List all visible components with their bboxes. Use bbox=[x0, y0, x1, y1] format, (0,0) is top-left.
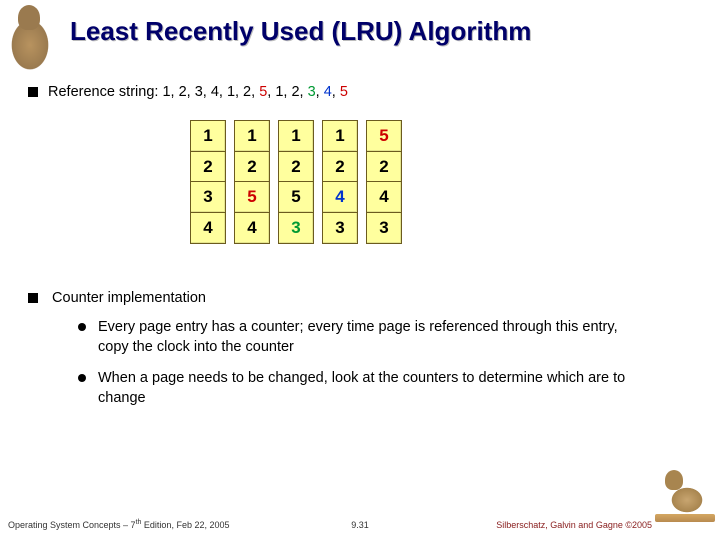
frame-col-4: 5 2 4 3 bbox=[366, 120, 402, 242]
dinosaur-logo-top bbox=[0, 0, 55, 75]
footer-left-b: Edition, Feb 22, 2005 bbox=[141, 520, 229, 530]
cell: 3 bbox=[366, 212, 402, 244]
frame-col-3: 1 2 4 3 bbox=[322, 120, 358, 242]
square-bullet-icon bbox=[28, 87, 38, 97]
cell: 2 bbox=[234, 151, 270, 183]
ref-mid3: , bbox=[332, 84, 340, 100]
cell: 3 bbox=[322, 212, 358, 244]
cell: 4 bbox=[366, 181, 402, 213]
cell: 1 bbox=[278, 120, 314, 152]
frame-col-1: 1 2 5 4 bbox=[234, 120, 270, 242]
sub-bullet-1-text: Every page entry has a counter; every ti… bbox=[98, 318, 638, 357]
footer-left-a: Operating System Concepts – 7 bbox=[8, 520, 136, 530]
ref-label: Reference string: bbox=[48, 84, 162, 100]
cell: 2 bbox=[322, 151, 358, 183]
frame-col-2: 1 2 5 3 bbox=[278, 120, 314, 242]
frame-table: 1 2 3 4 1 2 5 4 1 2 5 3 1 2 4 3 5 2 4 3 bbox=[190, 120, 402, 242]
cell: 5 bbox=[278, 181, 314, 213]
sub-bullet-2: When a page needs to be changed, look at… bbox=[78, 369, 638, 408]
cell: 2 bbox=[366, 151, 402, 183]
ref-red-5b: 5 bbox=[340, 84, 348, 100]
ref-mid2: , bbox=[316, 84, 324, 100]
disc-bullet-icon bbox=[78, 374, 86, 382]
sub-bullet-2-text: When a page needs to be changed, look at… bbox=[98, 369, 638, 408]
cell: 3 bbox=[278, 212, 314, 244]
counter-impl-bullet: Counter implementation bbox=[28, 290, 206, 306]
cell: 3 bbox=[190, 181, 226, 213]
cell: 5 bbox=[366, 120, 402, 152]
disc-bullet-icon bbox=[78, 323, 86, 331]
cell: 1 bbox=[234, 120, 270, 152]
sub-bullet-list: Every page entry has a counter; every ti… bbox=[78, 318, 638, 420]
cell: 1 bbox=[322, 120, 358, 152]
cell: 2 bbox=[278, 151, 314, 183]
sub-bullet-1: Every page entry has a counter; every ti… bbox=[78, 318, 638, 357]
cell: 2 bbox=[190, 151, 226, 183]
footer-right: Silberschatz, Galvin and Gagne ©2005 bbox=[496, 520, 652, 530]
cell: 1 bbox=[190, 120, 226, 152]
footer-center: 9.31 bbox=[351, 520, 369, 530]
ref-blue-4: 4 bbox=[324, 84, 332, 100]
slide-title: Least Recently Used (LRU) Algorithm bbox=[70, 16, 531, 47]
reference-string-bullet: Reference string: 1, 2, 3, 4, 1, 2, 5 , 1… bbox=[28, 84, 348, 100]
ref-green-3: 3 bbox=[308, 84, 316, 100]
square-bullet-icon bbox=[28, 293, 38, 303]
ref-plain: 1, 2, 3, 4, 1, 2, bbox=[162, 84, 259, 100]
footer-left: Operating System Concepts – 7th Edition,… bbox=[8, 519, 229, 530]
counter-impl-label: Counter implementation bbox=[52, 290, 206, 306]
cell: 5 bbox=[234, 181, 270, 213]
ref-mid1: , 1, 2, bbox=[267, 84, 307, 100]
frame-col-0: 1 2 3 4 bbox=[190, 120, 226, 242]
dinosaur-logo-bottom bbox=[657, 470, 712, 520]
cell: 4 bbox=[190, 212, 226, 244]
reference-string-text: Reference string: 1, 2, 3, 4, 1, 2, 5 , 1… bbox=[48, 84, 348, 100]
cell: 4 bbox=[234, 212, 270, 244]
cell: 4 bbox=[322, 181, 358, 213]
